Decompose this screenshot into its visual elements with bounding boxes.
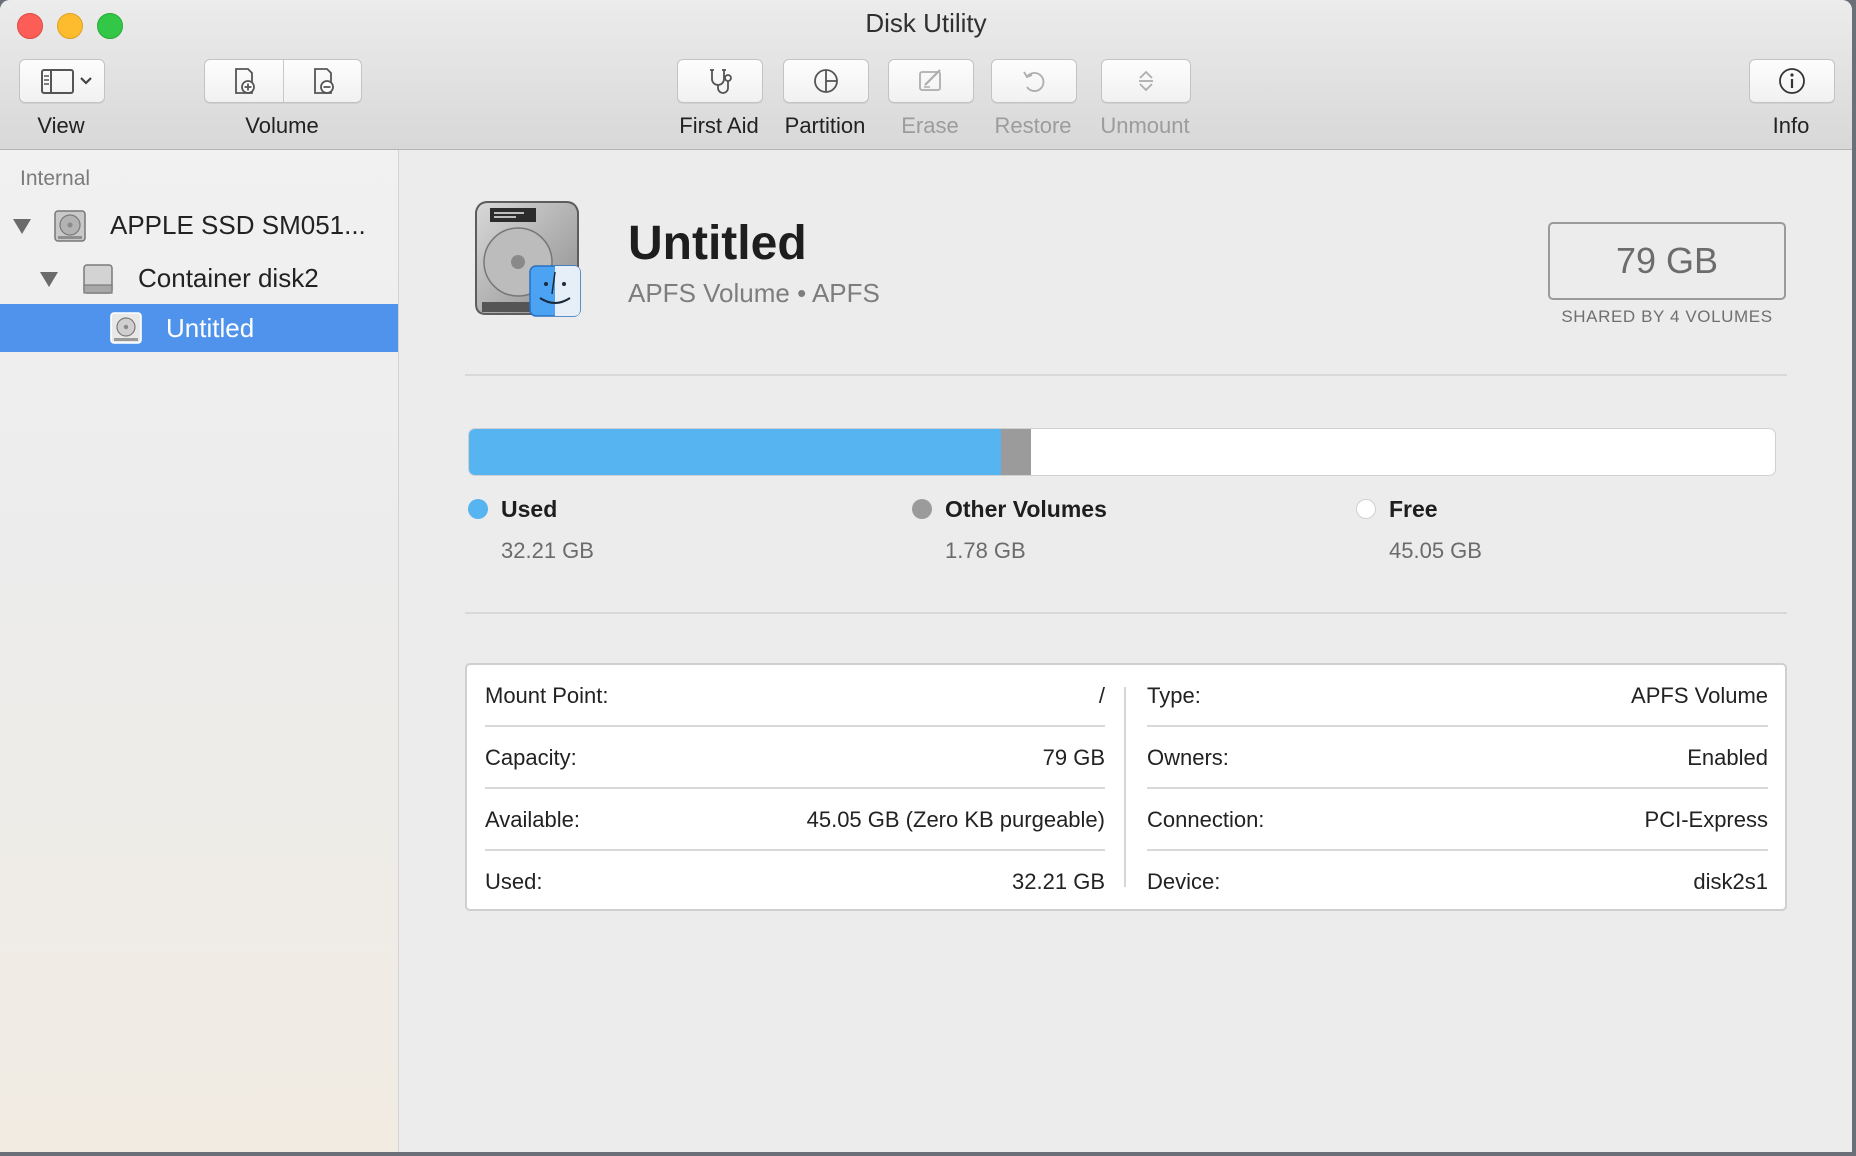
sidebar-item-label: Container disk2 <box>138 262 319 293</box>
sidebar-item-untitled[interactable]: Untitled <box>0 304 398 352</box>
container-icon <box>83 264 113 294</box>
legend-free-value: 45.05 GB <box>1389 538 1482 563</box>
volume-icon <box>110 312 142 344</box>
add-volume-icon <box>235 68 255 94</box>
volume-size-caption: SHARED BY 4 VOLUMES <box>1561 307 1773 326</box>
volume-info-table: Mount Point: / Capacity: 79 GB Available… <box>465 663 1787 911</box>
info-row-available: Available: 45.05 GB (Zero KB purgeable) <box>485 789 1105 851</box>
stethoscope-icon <box>710 69 732 94</box>
partition-button[interactable] <box>783 59 869 103</box>
disclosure-triangle-icon[interactable] <box>40 272 58 287</box>
view-button[interactable] <box>19 59 105 103</box>
partition-icon <box>814 69 838 93</box>
hard-drive-icon <box>475 201 581 317</box>
info-value: APFS Volume <box>1631 683 1768 708</box>
usage-bar <box>468 428 1776 476</box>
restore-label: Restore <box>994 113 1072 138</box>
usage-bar-used-segment <box>469 429 1002 475</box>
info-key: Type: <box>1147 683 1201 708</box>
first-aid-label: First Aid <box>679 113 759 138</box>
used-swatch-icon <box>468 499 488 519</box>
legend-free-label: Free <box>1389 496 1438 522</box>
partition-label: Partition <box>784 113 866 138</box>
info-icon <box>1779 68 1805 94</box>
info-row-used: Used: 32.21 GB <box>485 851 1105 913</box>
sidebar-section-internal: Internal <box>20 167 91 190</box>
volume-name: Untitled <box>628 217 807 270</box>
info-value: / <box>1098 683 1105 708</box>
info-value: 32.21 GB <box>1012 869 1105 894</box>
main-content <box>399 150 1852 1152</box>
info-row-connection: Connection: PCI-Express <box>1147 789 1768 851</box>
legend-used-label: Used <box>501 496 558 522</box>
info-value: 79 GB <box>1042 745 1105 770</box>
toolbar: Disk Utility View Volume First Aid Parti… <box>0 0 1852 150</box>
sidebar-toggle-icon <box>41 69 92 94</box>
info-key: Owners: <box>1147 745 1229 770</box>
legend-used-value: 32.21 GB <box>501 538 594 563</box>
sidebar-item-label: APPLE SSD SM051... <box>110 209 366 240</box>
divider <box>465 612 1787 614</box>
info-key: Mount Point: <box>485 683 609 708</box>
remove-volume-button[interactable] <box>284 60 361 102</box>
info-key: Available: <box>485 807 580 832</box>
erase-label: Erase <box>901 113 959 138</box>
erase-icon <box>919 69 941 91</box>
remove-volume-icon <box>313 68 334 94</box>
volume-subtitle: APFS Volume • APFS <box>628 278 880 308</box>
view-label: View <box>37 113 85 138</box>
info-button[interactable] <box>1749 59 1835 103</box>
window-title: Disk Utility <box>865 8 987 38</box>
column-divider <box>1124 687 1126 887</box>
free-swatch-icon <box>1356 499 1376 519</box>
volume-size-box: 79 GB <box>1548 222 1786 300</box>
first-aid-button[interactable] <box>677 59 763 103</box>
info-row-device: Device: disk2s1 <box>1147 851 1768 913</box>
info-key: Capacity: <box>485 745 577 770</box>
info-value: 45.05 GB (Zero KB purgeable) <box>806 807 1105 832</box>
usage-bar-other-segment <box>1001 429 1031 475</box>
disclosure-triangle-icon[interactable] <box>13 219 31 234</box>
volume-segmented-control <box>204 59 362 103</box>
volume-label: Volume <box>245 113 319 138</box>
info-row-type: Type: APFS Volume <box>1147 665 1768 727</box>
erase-button[interactable] <box>888 59 974 103</box>
other-volumes-swatch-icon <box>912 499 932 519</box>
add-volume-button[interactable] <box>205 60 283 102</box>
info-column-left: Mount Point: / Capacity: 79 GB Available… <box>485 665 1105 909</box>
sidebar-item-apple-ssd[interactable]: APPLE SSD SM051... <box>0 201 398 249</box>
info-label: Info <box>1772 113 1810 138</box>
info-key: Device: <box>1147 869 1221 894</box>
divider <box>465 374 1787 376</box>
restore-icon <box>1023 71 1045 92</box>
info-key: Used: <box>485 869 543 894</box>
info-value: Enabled <box>1687 745 1768 770</box>
restore-button[interactable] <box>991 59 1077 103</box>
sidebar-item-label: Untitled <box>166 312 255 343</box>
info-row-owners: Owners: Enabled <box>1147 727 1768 789</box>
info-value: disk2s1 <box>1693 869 1768 894</box>
info-column-right: Type: APFS Volume Owners: Enabled Connec… <box>1147 665 1768 909</box>
unmount-icon <box>1139 70 1153 92</box>
unmount-button[interactable] <box>1101 59 1191 103</box>
sidebar-item-container-disk2[interactable]: Container disk2 <box>0 254 398 302</box>
legend-other-label: Other Volumes <box>945 496 1107 522</box>
info-value: PCI-Express <box>1644 807 1768 832</box>
disk-icon <box>54 210 86 242</box>
unmount-label: Unmount <box>1100 113 1190 138</box>
info-row-mount-point: Mount Point: / <box>485 665 1105 727</box>
legend-other-value: 1.78 GB <box>945 538 1026 563</box>
info-key: Connection: <box>1147 807 1265 832</box>
info-row-capacity: Capacity: 79 GB <box>485 727 1105 789</box>
disk-utility-window: Disk Utility View Volume First Aid Parti… <box>0 0 1852 1152</box>
